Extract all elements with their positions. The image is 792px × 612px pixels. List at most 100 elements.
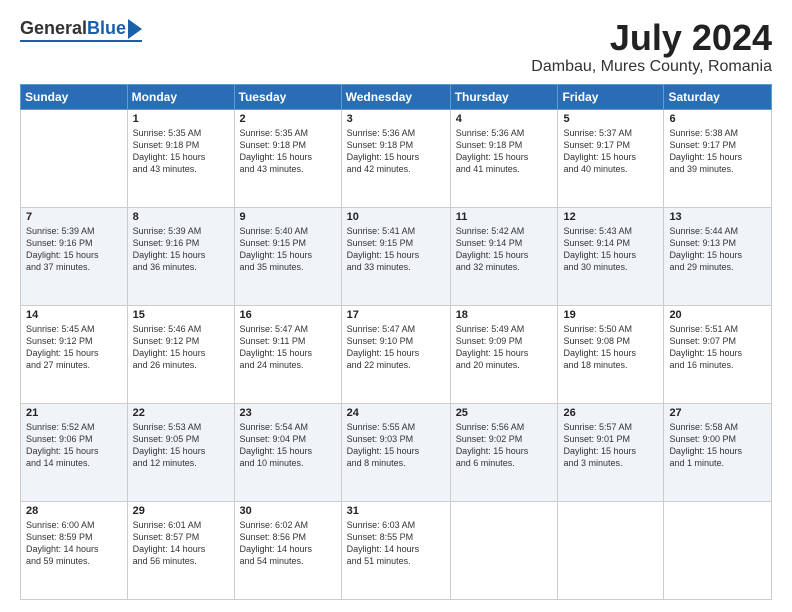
- day-number: 23: [240, 407, 336, 419]
- calendar-cell: 21 Sunrise: 5:52 AM Sunset: 9:06 PM Dayli…: [21, 403, 128, 501]
- location-title: Dambau, Mures County, Romania: [531, 58, 772, 76]
- day-number: 4: [456, 113, 553, 125]
- header-tuesday: Tuesday: [234, 84, 341, 109]
- logo: General Blue: [20, 18, 142, 42]
- logo-blue: Blue: [87, 18, 126, 39]
- cell-info: Sunrise: 5:49 AM Sunset: 9:09 PM Dayligh…: [456, 323, 553, 372]
- day-number: 18: [456, 309, 553, 321]
- header-sunday: Sunday: [21, 84, 128, 109]
- calendar-cell: 10 Sunrise: 5:41 AM Sunset: 9:15 PM Dayli…: [341, 207, 450, 305]
- calendar-cell: 5 Sunrise: 5:37 AM Sunset: 9:17 PM Daylig…: [558, 109, 664, 207]
- day-number: 11: [456, 211, 553, 223]
- calendar-cell: 17Sunrise: 5:47 AM Sunset: 9:10 PM Dayli…: [341, 305, 450, 403]
- day-number: 8: [133, 211, 229, 223]
- cell-info: Sunrise: 5:47 AM Sunset: 9:10 PM Dayligh…: [347, 323, 445, 372]
- calendar-cell: 18 Sunrise: 5:49 AM Sunset: 9:09 PM Dayli…: [450, 305, 558, 403]
- calendar-cell: 24 Sunrise: 5:55 AM Sunset: 9:03 PM Dayli…: [341, 403, 450, 501]
- calendar-cell: 25Sunrise: 5:56 AM Sunset: 9:02 PM Dayli…: [450, 403, 558, 501]
- calendar-cell: 15 Sunrise: 5:46 AM Sunset: 9:12 PM Dayli…: [127, 305, 234, 403]
- cell-info: Sunrise: 6:02 AM Sunset: 8:56 PM Dayligh…: [240, 519, 336, 568]
- calendar-cell: 19 Sunrise: 5:50 AM Sunset: 9:08 PM Dayli…: [558, 305, 664, 403]
- day-number: 10: [347, 211, 445, 223]
- calendar-cell: 31Sunrise: 6:03 AM Sunset: 8:55 PM Dayli…: [341, 501, 450, 599]
- calendar-cell: 3Sunrise: 5:36 AM Sunset: 9:18 PM Daylig…: [341, 109, 450, 207]
- cell-info: Sunrise: 5:44 AM Sunset: 9:13 PM Dayligh…: [669, 225, 766, 274]
- cell-info: Sunrise: 6:01 AM Sunset: 8:57 PM Dayligh…: [133, 519, 229, 568]
- cell-info: Sunrise: 5:41 AM Sunset: 9:15 PM Dayligh…: [347, 225, 445, 274]
- calendar-header-row: Sunday Monday Tuesday Wednesday Thursday…: [21, 84, 772, 109]
- cell-info: Sunrise: 5:57 AM Sunset: 9:01 PM Dayligh…: [563, 421, 658, 470]
- header-wednesday: Wednesday: [341, 84, 450, 109]
- day-number: 7: [26, 211, 122, 223]
- calendar-cell: 20 Sunrise: 5:51 AM Sunset: 9:07 PM Dayli…: [664, 305, 772, 403]
- day-number: 22: [133, 407, 229, 419]
- day-number: 5: [563, 113, 658, 125]
- day-number: 1: [133, 113, 229, 125]
- day-number: 24: [347, 407, 445, 419]
- cell-info: Sunrise: 5:54 AM Sunset: 9:04 PM Dayligh…: [240, 421, 336, 470]
- calendar-page: General Blue July 2024 Dambau, Mures Cou…: [0, 0, 792, 612]
- calendar-week-row: 1 Sunrise: 5:35 AM Sunset: 9:18 PM Daylig…: [21, 109, 772, 207]
- calendar-cell: 29 Sunrise: 6:01 AM Sunset: 8:57 PM Dayli…: [127, 501, 234, 599]
- day-number: 19: [563, 309, 658, 321]
- calendar-cell: 1 Sunrise: 5:35 AM Sunset: 9:18 PM Daylig…: [127, 109, 234, 207]
- calendar-cell: 28 Sunrise: 6:00 AM Sunset: 8:59 PM Dayli…: [21, 501, 128, 599]
- cell-info: Sunrise: 5:39 AM Sunset: 9:16 PM Dayligh…: [133, 225, 229, 274]
- cell-info: Sunrise: 5:50 AM Sunset: 9:08 PM Dayligh…: [563, 323, 658, 372]
- cell-info: Sunrise: 5:36 AM Sunset: 9:18 PM Dayligh…: [347, 127, 445, 176]
- header: General Blue July 2024 Dambau, Mures Cou…: [20, 18, 772, 76]
- calendar-cell: [558, 501, 664, 599]
- day-number: 9: [240, 211, 336, 223]
- day-number: 2: [240, 113, 336, 125]
- cell-info: Sunrise: 5:35 AM Sunset: 9:18 PM Dayligh…: [240, 127, 336, 176]
- calendar-week-row: 14Sunrise: 5:45 AM Sunset: 9:12 PM Dayli…: [21, 305, 772, 403]
- cell-info: Sunrise: 5:52 AM Sunset: 9:06 PM Dayligh…: [26, 421, 122, 470]
- cell-info: Sunrise: 5:38 AM Sunset: 9:17 PM Dayligh…: [669, 127, 766, 176]
- cell-info: Sunrise: 5:36 AM Sunset: 9:18 PM Dayligh…: [456, 127, 553, 176]
- logo-arrow-icon: [128, 19, 142, 39]
- cell-info: Sunrise: 5:55 AM Sunset: 9:03 PM Dayligh…: [347, 421, 445, 470]
- day-number: 27: [669, 407, 766, 419]
- logo-underline: [20, 40, 142, 42]
- calendar-cell: 26Sunrise: 5:57 AM Sunset: 9:01 PM Dayli…: [558, 403, 664, 501]
- calendar-cell: 27 Sunrise: 5:58 AM Sunset: 9:00 PM Dayli…: [664, 403, 772, 501]
- calendar-cell: 12 Sunrise: 5:43 AM Sunset: 9:14 PM Dayli…: [558, 207, 664, 305]
- calendar-cell: 16Sunrise: 5:47 AM Sunset: 9:11 PM Dayli…: [234, 305, 341, 403]
- logo-text: General Blue: [20, 18, 142, 39]
- day-number: 21: [26, 407, 122, 419]
- cell-info: Sunrise: 5:43 AM Sunset: 9:14 PM Dayligh…: [563, 225, 658, 274]
- calendar-cell: 13 Sunrise: 5:44 AM Sunset: 9:13 PM Dayli…: [664, 207, 772, 305]
- header-monday: Monday: [127, 84, 234, 109]
- calendar-week-row: 7 Sunrise: 5:39 AM Sunset: 9:16 PM Daylig…: [21, 207, 772, 305]
- title-block: July 2024 Dambau, Mures County, Romania: [531, 18, 772, 76]
- calendar-cell: 30 Sunrise: 6:02 AM Sunset: 8:56 PM Dayli…: [234, 501, 341, 599]
- day-number: 15: [133, 309, 229, 321]
- cell-info: Sunrise: 6:03 AM Sunset: 8:55 PM Dayligh…: [347, 519, 445, 568]
- header-friday: Friday: [558, 84, 664, 109]
- day-number: 12: [563, 211, 658, 223]
- day-number: 30: [240, 505, 336, 517]
- cell-info: Sunrise: 5:37 AM Sunset: 9:17 PM Dayligh…: [563, 127, 658, 176]
- calendar-cell: [21, 109, 128, 207]
- cell-info: Sunrise: 5:45 AM Sunset: 9:12 PM Dayligh…: [26, 323, 122, 372]
- day-number: 13: [669, 211, 766, 223]
- day-number: 25: [456, 407, 553, 419]
- calendar-cell: [450, 501, 558, 599]
- cell-info: Sunrise: 5:46 AM Sunset: 9:12 PM Dayligh…: [133, 323, 229, 372]
- calendar-cell: [664, 501, 772, 599]
- cell-info: Sunrise: 5:35 AM Sunset: 9:18 PM Dayligh…: [133, 127, 229, 176]
- cell-info: Sunrise: 5:39 AM Sunset: 9:16 PM Dayligh…: [26, 225, 122, 274]
- cell-info: Sunrise: 5:58 AM Sunset: 9:00 PM Dayligh…: [669, 421, 766, 470]
- cell-info: Sunrise: 5:51 AM Sunset: 9:07 PM Dayligh…: [669, 323, 766, 372]
- day-number: 28: [26, 505, 122, 517]
- day-number: 29: [133, 505, 229, 517]
- calendar-cell: 11Sunrise: 5:42 AM Sunset: 9:14 PM Dayli…: [450, 207, 558, 305]
- header-thursday: Thursday: [450, 84, 558, 109]
- calendar-cell: 14Sunrise: 5:45 AM Sunset: 9:12 PM Dayli…: [21, 305, 128, 403]
- day-number: 6: [669, 113, 766, 125]
- day-number: 20: [669, 309, 766, 321]
- calendar-cell: 2 Sunrise: 5:35 AM Sunset: 9:18 PM Daylig…: [234, 109, 341, 207]
- cell-info: Sunrise: 6:00 AM Sunset: 8:59 PM Dayligh…: [26, 519, 122, 568]
- calendar-cell: 9Sunrise: 5:40 AM Sunset: 9:15 PM Daylig…: [234, 207, 341, 305]
- calendar-table: Sunday Monday Tuesday Wednesday Thursday…: [20, 84, 772, 600]
